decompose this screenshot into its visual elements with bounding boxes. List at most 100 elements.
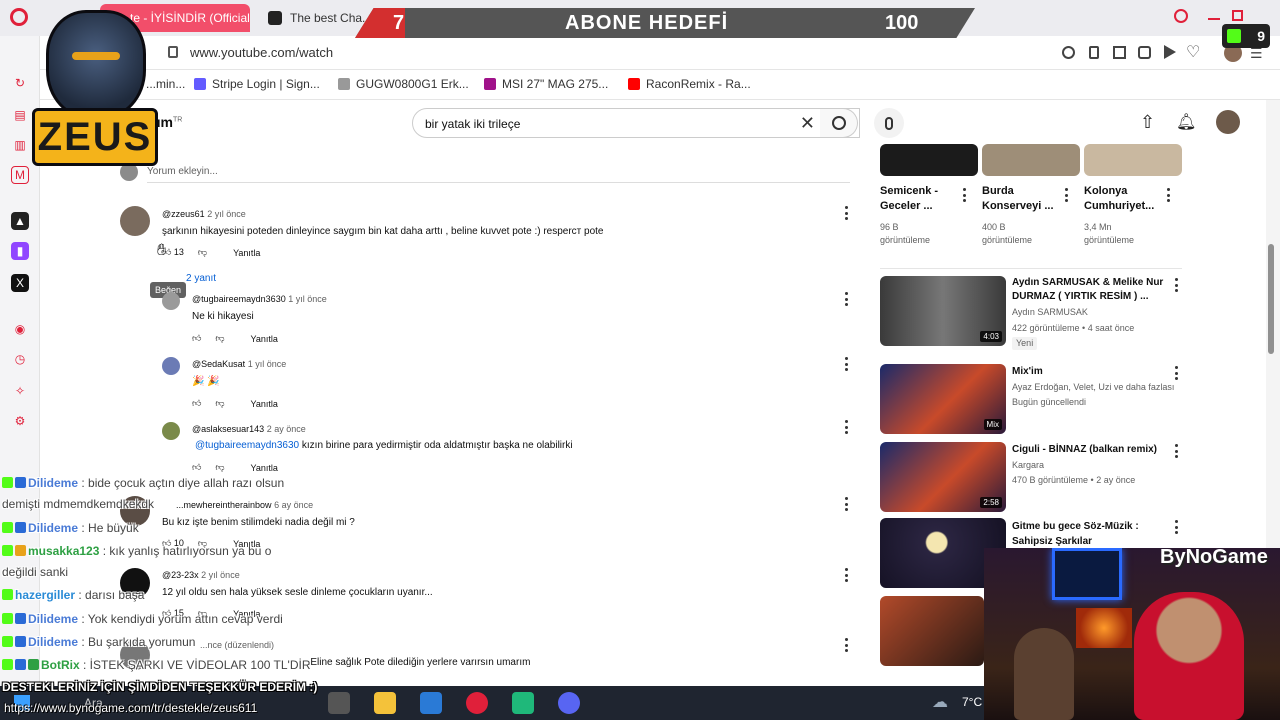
bookmark-gugw[interactable]: GUGW0800G1 Erk... <box>338 77 469 91</box>
search-input[interactable]: bir yatak iki trilеçe ✕ <box>412 108 860 138</box>
dislike-icon[interactable]: 👎︎ <box>215 398 224 409</box>
video-thumbnail[interactable]: 4:03 <box>880 276 1006 346</box>
like-icon[interactable]: 👍︎ <box>192 333 201 344</box>
x-icon[interactable]: X <box>11 274 29 292</box>
comment-author[interactable]: @tugbaireemaydn3630 1 yıl önce <box>192 294 327 304</box>
comment-menu-icon[interactable] <box>845 497 849 511</box>
bookmark-raconremix[interactable]: RaconRemix - Ra... <box>628 77 751 91</box>
notifications-icon[interactable]: 🔔︎ <box>1176 112 1196 132</box>
comment-menu-icon[interactable] <box>845 638 849 652</box>
comment-menu-icon[interactable] <box>845 292 849 306</box>
bookmark-stripe[interactable]: Stripe Login | Sign... <box>194 77 320 91</box>
task-view-icon[interactable] <box>328 692 350 714</box>
reply-button[interactable]: Yanıtla <box>233 248 260 258</box>
weather-icon[interactable]: ☁ <box>932 692 948 712</box>
avatar[interactable] <box>162 422 180 440</box>
discord-icon[interactable] <box>558 692 580 714</box>
maximize-icon[interactable] <box>1232 10 1243 21</box>
reply-button[interactable]: Yanıtla <box>251 463 278 473</box>
comment-author[interactable]: @SedaKusat 1 yıl önce <box>192 359 286 369</box>
pin-icon[interactable] <box>1089 46 1099 59</box>
scrollbar-thumb[interactable] <box>1268 244 1274 354</box>
opera-icon[interactable] <box>466 692 488 714</box>
heart-icon[interactable]: ♡ <box>1186 42 1200 62</box>
replies-toggle[interactable]: 2 yanıt <box>186 273 216 284</box>
close-box-icon[interactable] <box>1138 46 1151 59</box>
like-icon[interactable]: 👍︎ <box>192 462 201 473</box>
dislike-icon[interactable]: 👎︎ <box>215 462 224 473</box>
file-explorer-icon[interactable] <box>374 692 396 714</box>
video-menu-icon[interactable] <box>1175 520 1179 534</box>
comment-author[interactable]: ...nce (düzenlendi) <box>200 640 274 650</box>
video-title[interactable]: Ciguli - BİNNAZ (balkan remix) <box>1012 442 1157 457</box>
comment-menu-icon[interactable] <box>845 568 849 582</box>
comment-author[interactable]: @zzeus61 2 yıl önce <box>162 209 246 219</box>
video-menu-icon[interactable] <box>1175 444 1179 458</box>
store-icon[interactable] <box>420 692 442 714</box>
mail-icon[interactable]: M <box>11 166 29 184</box>
bookmarks-bar: ...min... Stripe Login | Sign... GUGW080… <box>40 70 1280 100</box>
comment-text: Ne ki hikayesi <box>192 311 254 322</box>
reply-button[interactable]: Yanıtla <box>251 334 278 344</box>
dislike-icon[interactable]: 👎︎ <box>215 333 224 344</box>
reply-button[interactable]: Yanıtla <box>251 399 278 409</box>
search-button[interactable] <box>820 108 858 138</box>
account-avatar[interactable] <box>1216 110 1240 134</box>
zoom-out-icon[interactable] <box>1062 46 1075 59</box>
player-icon[interactable]: ◉ <box>11 320 29 338</box>
comment-menu-icon[interactable] <box>845 206 849 220</box>
video-title[interactable]: Aydın SARMUSAK & Melike Nur DURMAZ ( YIRT… <box>1012 276 1163 304</box>
wallet-icon[interactable]: ▥ <box>11 136 29 154</box>
search-icon[interactable] <box>1174 9 1188 23</box>
video-title[interactable]: Kolonya Cumhuriyet... <box>1084 184 1154 214</box>
app-icon[interactable]: ▲ <box>11 212 29 230</box>
comment-menu-icon[interactable] <box>845 420 849 434</box>
shopping-icon[interactable]: ▤ <box>11 106 29 124</box>
channel-name[interactable]: Ayaz Erdoğan, Velet, Uzi ve daha fazlası <box>1012 381 1174 394</box>
avatar[interactable] <box>162 357 180 375</box>
video-menu-icon[interactable] <box>1175 366 1179 380</box>
video-thumbnail[interactable] <box>880 596 984 666</box>
mix-badge: Mix <box>983 419 1002 430</box>
twitch-icon[interactable]: ▮ <box>11 242 29 260</box>
video-title[interactable]: Gitme bu gece Söz-Müzik : Sahipsiz Şarkıl… <box>1012 519 1139 549</box>
snapshot-icon[interactable] <box>1113 46 1126 59</box>
settings-icon[interactable]: ⚙ <box>11 412 29 430</box>
bookmark-msi[interactable]: MSI 27" MAG 275... <box>484 77 608 91</box>
url-field[interactable]: www.youtube.com/watch <box>190 45 333 60</box>
avatar[interactable] <box>120 206 150 236</box>
clear-search-icon[interactable]: ✕ <box>800 113 815 134</box>
video-menu-icon[interactable] <box>1175 278 1179 292</box>
channel-name[interactable]: Kargara <box>1012 459 1044 472</box>
comment-author[interactable]: @23-23x 2 yıl önce <box>162 570 240 580</box>
voice-search-button[interactable] <box>874 108 904 138</box>
history-icon[interactable]: ◷ <box>11 350 29 368</box>
extensions-icon[interactable]: ✧ <box>11 382 29 400</box>
upload-icon[interactable]: ⇧ <box>1140 112 1155 133</box>
video-menu-icon[interactable] <box>1065 188 1069 202</box>
comment-author[interactable]: ...mewhereintherainbow 6 ay önce <box>176 500 313 510</box>
new-badge: Yeni <box>1012 337 1038 350</box>
comment-menu-icon[interactable] <box>845 357 849 371</box>
minimize-icon[interactable] <box>1208 18 1220 20</box>
video-title[interactable]: Burda Konserveyi ... <box>982 184 1054 214</box>
video-thumbnail[interactable]: 2:58 <box>880 442 1006 512</box>
video-thumbnail[interactable]: Mix <box>880 364 1006 434</box>
comment-author[interactable]: @aslaksesuar143 2 ay önce <box>192 424 306 434</box>
video-menu-icon[interactable] <box>963 188 967 202</box>
video-thumbnail[interactable] <box>982 144 1080 176</box>
play-icon[interactable] <box>1164 45 1176 59</box>
avatar[interactable] <box>162 292 180 310</box>
video-title[interactable]: Semicenk - Geceler ... <box>880 184 938 214</box>
video-thumbnail[interactable] <box>1084 144 1182 176</box>
dislike-icon[interactable]: 👎︎ <box>198 247 207 258</box>
video-thumbnail[interactable] <box>880 144 978 176</box>
video-title[interactable]: Mix'im <box>1012 364 1043 379</box>
mention-link[interactable]: @tugbaireemaydn3630 <box>195 440 299 451</box>
like-icon[interactable]: 👍︎ <box>192 398 201 409</box>
app-icon[interactable] <box>512 692 534 714</box>
opera-logo-icon[interactable] <box>10 8 28 26</box>
video-menu-icon[interactable] <box>1167 188 1171 202</box>
channel-name[interactable]: Aydın SARMUSAK <box>1012 306 1088 319</box>
aria-icon[interactable]: ↻ <box>11 74 29 92</box>
